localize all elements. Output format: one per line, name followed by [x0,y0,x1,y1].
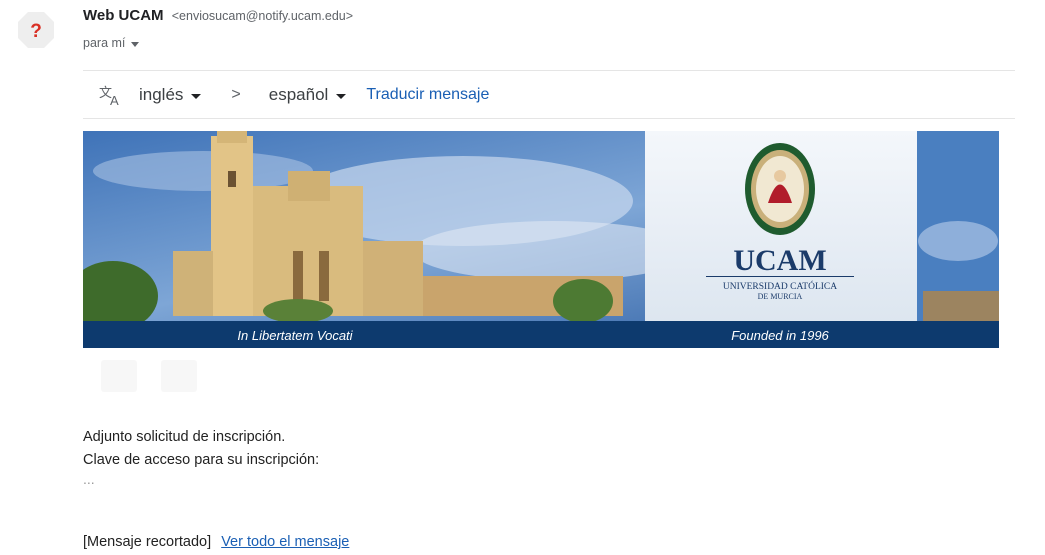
recipient-label: para mí [83,36,126,50]
chevron-down-icon [131,41,140,47]
logo-subtitle-line2: DE MURCIA [758,292,803,301]
quoted-text-ellipsis[interactable]: ... [83,472,319,486]
banner-graphic: UCAM UNIVERSIDAD CATÓLICA DE MURCIA In L… [83,131,999,348]
image-placeholder [161,360,197,392]
trimmed-label: [Mensaje recortado] [83,534,212,550]
header-divider [83,70,1015,71]
banner-left-caption: In Libertatem Vocati [237,328,353,343]
message-body: Adjunto solicitud de inscripción. Clave … [83,426,319,486]
arrow-right-icon: > [231,86,241,103]
ucam-banner-image: UCAM UNIVERSIDAD CATÓLICA DE MURCIA In L… [83,131,999,348]
message-line-1: Adjunto solicitud de inscripción. [83,429,286,445]
translate-message-link[interactable]: Traducir mensaje [366,86,489,104]
view-full-message-link[interactable]: Ver todo el mensaje [221,534,349,550]
message-line-2: Clave de acceso para su inscripción: [83,452,320,468]
target-language-label: español [268,85,329,104]
sender-name[interactable]: Web UCAM [83,7,164,24]
recipient-details-toggle[interactable]: para mí [83,36,140,50]
chevron-down-icon [191,93,202,99]
sender-email: <enviosucam@notify.ucam.edu> [171,9,354,23]
logo-title: UCAM [733,244,826,277]
svg-text:A: A [110,93,119,106]
avatar-glyph: ? [30,21,42,42]
source-language-label: inglés [139,85,184,104]
trimmed-notice: [Mensaje recortado] Ver todo el mensaje [83,534,349,550]
target-language-select[interactable]: español [269,85,347,105]
translate-bar: 文 A inglés > español Traducir mensaje [99,82,489,108]
logo-subtitle-line1: UNIVERSIDAD CATÓLICA [723,280,837,292]
unknown-sender-icon: ? [18,12,54,48]
sender-line: Web UCAM <enviosucam@notify.ucam.edu> [83,7,353,24]
source-language-select[interactable]: inglés [139,85,202,105]
translate-icon: 文 A [99,86,119,106]
chevron-down-icon [336,93,347,99]
sender-avatar[interactable]: ? [17,11,55,49]
image-placeholder [101,360,137,392]
banner-right-caption: Founded in 1996 [731,328,829,343]
translate-divider [83,118,1015,119]
